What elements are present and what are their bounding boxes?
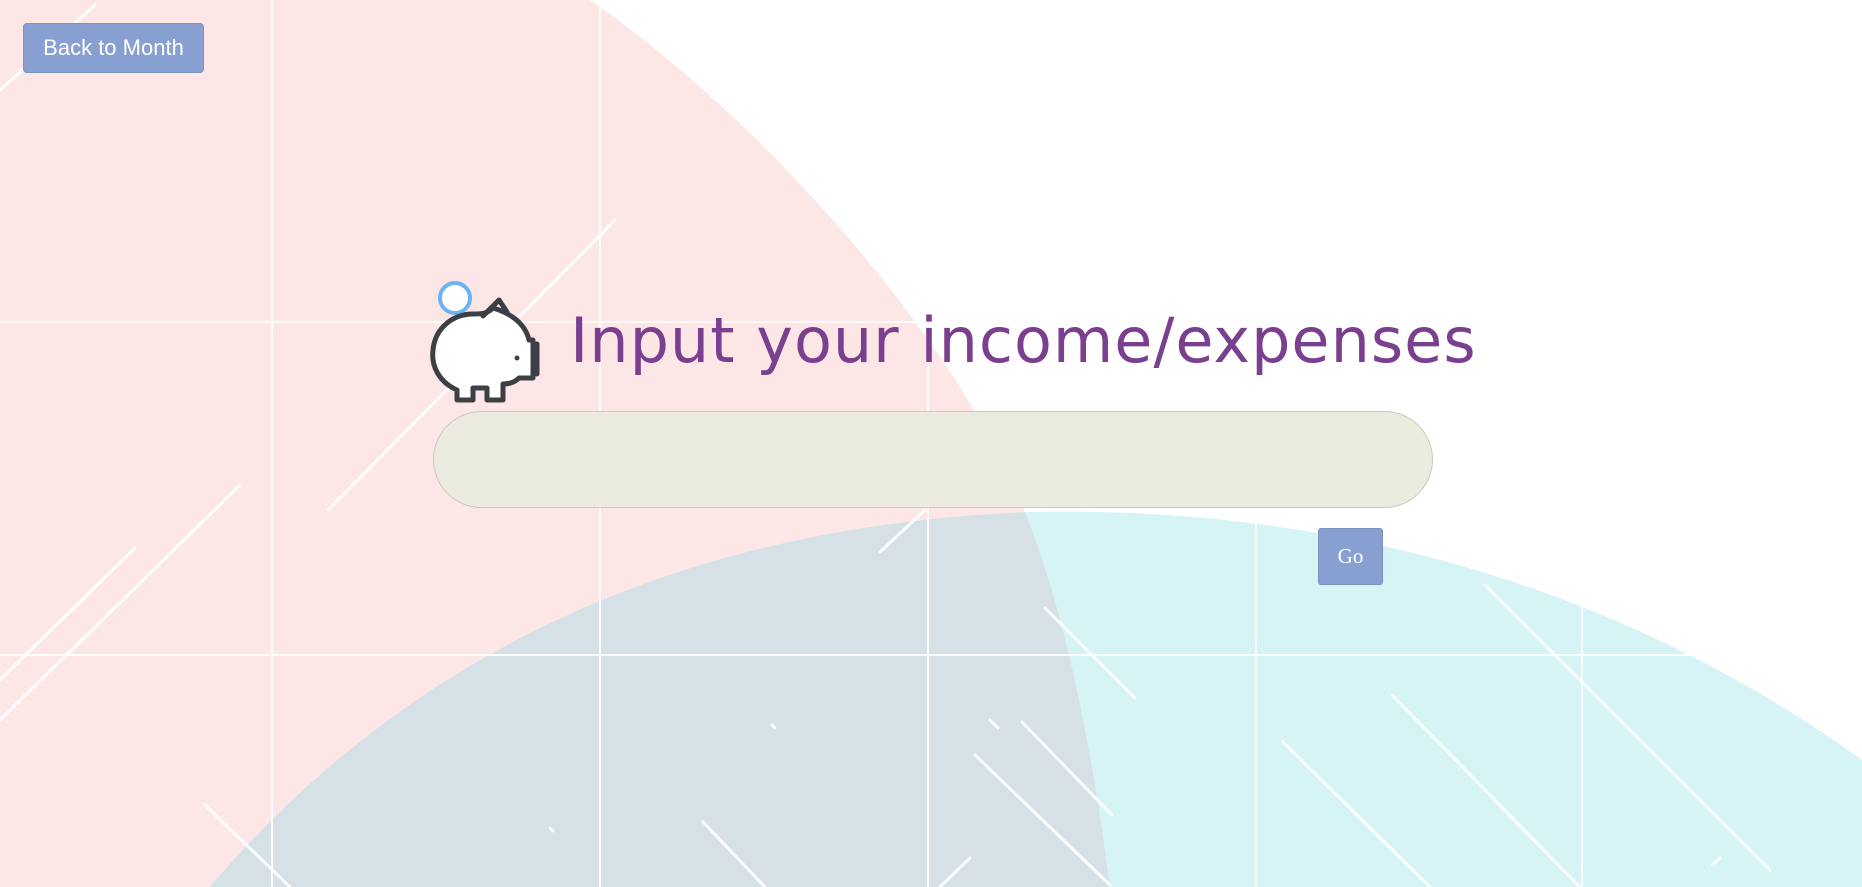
back-to-month-button[interactable]: Back to Month	[23, 23, 204, 73]
page-title: Input your income/expenses	[570, 304, 1477, 377]
piggy-bank-icon	[430, 281, 540, 403]
go-button[interactable]: Go	[1318, 528, 1383, 585]
income-expense-input[interactable]	[433, 411, 1433, 508]
page-header: Input your income/expenses	[425, 278, 1477, 408]
